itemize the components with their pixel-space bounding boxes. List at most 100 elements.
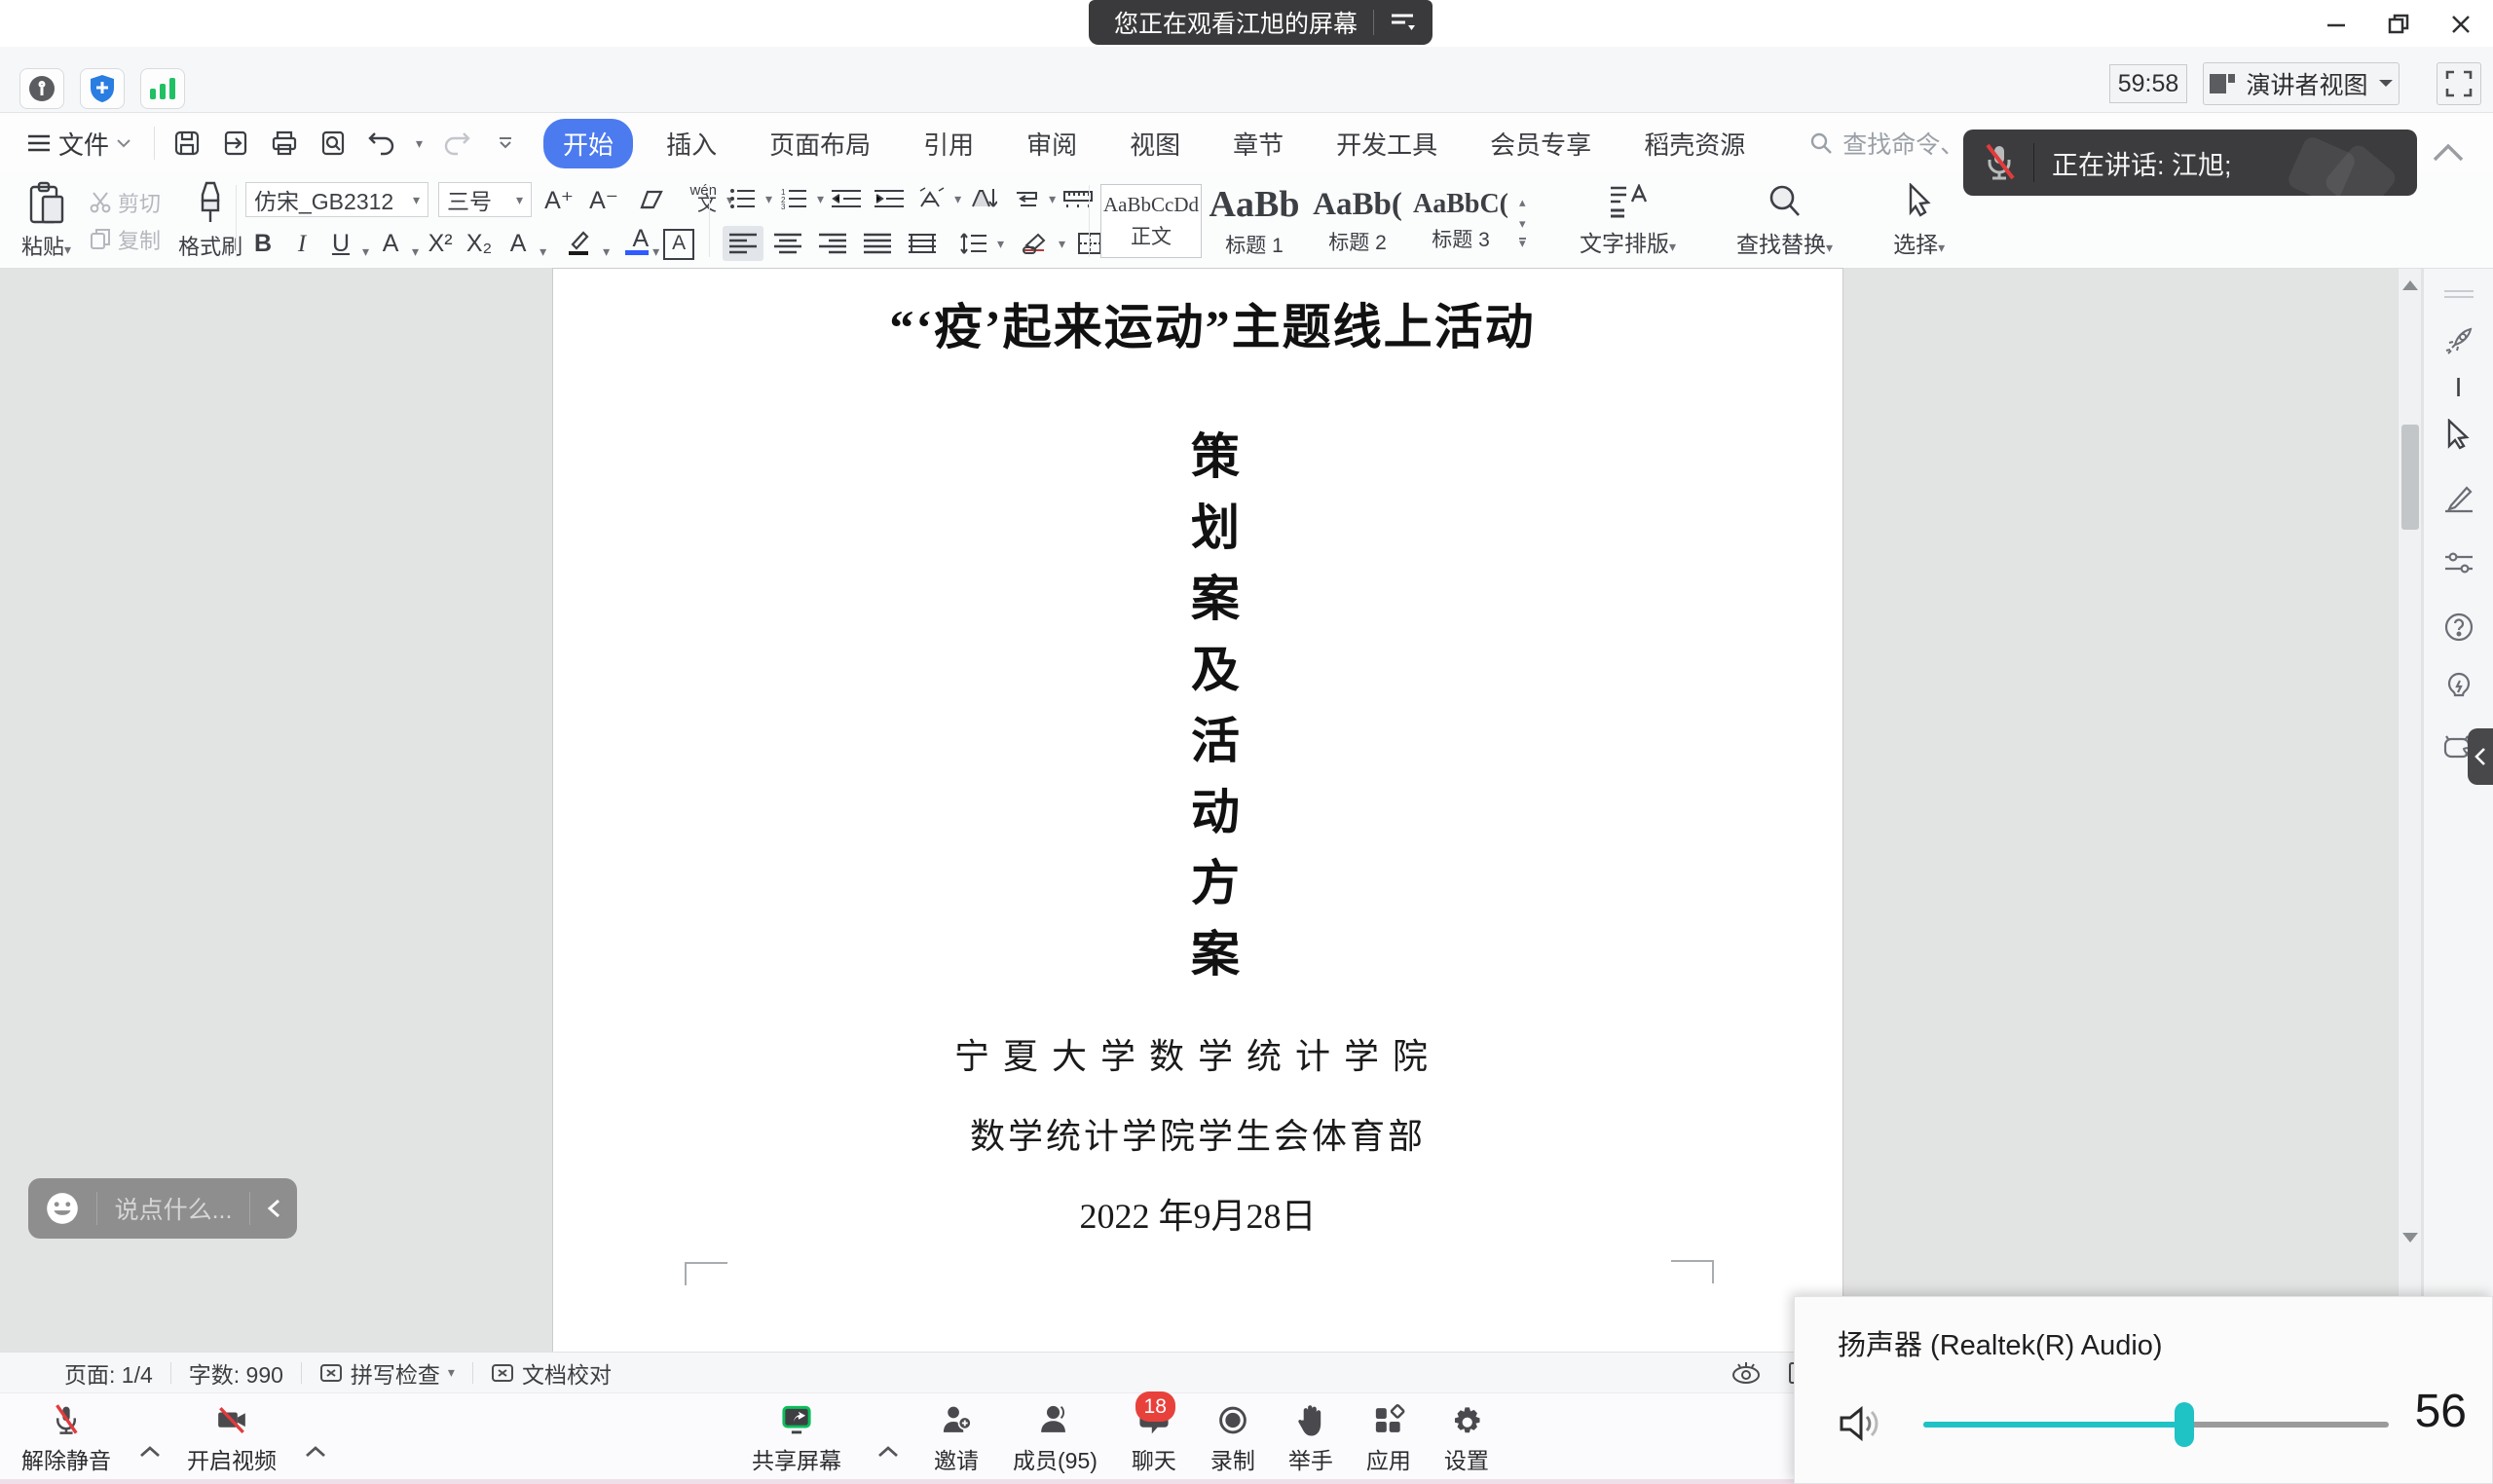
distribute-icon[interactable] [902,226,943,261]
decrease-indent-icon[interactable] [826,181,867,216]
style-heading3[interactable]: AaBbC( 标题 3 [1410,184,1511,258]
styles-more-icon[interactable]: ▾ [1519,238,1526,247]
banner-menu-icon[interactable] [1390,12,1415,33]
proofread-toggle[interactable]: 文档校对 [491,1356,612,1390]
spellcheck-toggle[interactable]: 拼写检查▾ [319,1356,455,1390]
find-replace-button[interactable]: 查找替换▾ [1723,183,1846,259]
vertical-scrollbar[interactable] [2398,269,2421,1352]
tab-home[interactable]: 开始 [543,119,633,168]
char-border-button[interactable]: A [663,229,694,260]
format-painter-button[interactable]: 格式刷 [170,181,250,261]
tab-docer[interactable]: 稻壳资源 [1624,119,1765,168]
chat-button[interactable]: 聊天 18 [1131,1393,1177,1475]
emoji-icon[interactable] [44,1190,81,1227]
undo-icon[interactable] [367,129,396,158]
numbered-list-icon[interactable]: 123 [774,181,815,216]
minimize-icon[interactable] [2322,10,2351,39]
video-options-chevron-icon[interactable] [304,1445,327,1459]
bullet-list-icon[interactable] [723,181,763,216]
fullscreen-button[interactable] [2437,62,2481,105]
bold-button[interactable]: B [245,225,280,260]
tab-review[interactable]: 审阅 [1007,119,1097,168]
superscript-button[interactable]: X² [423,225,458,260]
underline-button[interactable]: U [323,225,358,260]
font-size-select[interactable]: 三号▾ [438,182,532,217]
export-icon[interactable] [221,129,250,158]
mic-options-chevron-icon[interactable] [138,1445,162,1459]
collapse-chat-icon[interactable] [266,1198,281,1219]
settings-button[interactable]: 设置 [1444,1393,1489,1475]
font-family-select[interactable]: 仿宋_GB2312▾ [245,182,428,217]
wrap-icon[interactable] [1006,181,1047,216]
highlight-icon[interactable] [558,225,599,260]
pen-icon[interactable] [2441,481,2476,516]
italic-button[interactable]: I [284,225,319,260]
idea-bulb-icon[interactable] [2441,670,2476,705]
document-page[interactable]: “‘疫’起来运动”主题线上活动 策 划 案 及 活 动 方 案 宁夏大学数学统计… [553,269,1842,1352]
phonetic-button[interactable]: wén 文 [682,182,717,217]
print-icon[interactable] [270,129,299,158]
redo-icon[interactable] [442,129,471,158]
undo-dropdown-icon[interactable]: ▾ [416,135,423,152]
view-mode-button[interactable]: 演讲者视图 [2203,62,2400,105]
network-signal-button[interactable] [140,68,185,109]
align-left-icon[interactable] [723,226,763,261]
styles-scroll-down-icon[interactable]: ▾ [1519,216,1526,232]
members-button[interactable]: 成员(95) [1013,1393,1098,1475]
quick-start-rocket-icon[interactable] [2441,323,2476,358]
style-normal[interactable]: AaBbCcDd 正文 [1100,184,1202,258]
tab-references[interactable]: 引用 [904,119,993,168]
cut-button[interactable]: 剪切 [89,186,161,219]
tab-member[interactable]: 会员专享 [1470,119,1611,168]
restore-icon[interactable] [2384,10,2413,39]
volume-slider[interactable] [1923,1422,2389,1428]
security-shield-button[interactable] [80,68,125,109]
file-menu-button[interactable]: 文件 [0,126,146,162]
justify-icon[interactable] [857,226,898,261]
share-options-chevron-icon[interactable] [876,1445,900,1459]
share-screen-button[interactable]: 共享屏幕 [752,1393,841,1475]
align-center-icon[interactable] [767,226,808,261]
tab-page-layout[interactable]: 页面布局 [750,119,890,168]
customize-quickbar-icon[interactable] [491,129,520,158]
shrink-font-button[interactable]: A⁻ [586,182,621,217]
scroll-up-icon[interactable] [2402,280,2418,290]
scrollbar-thumb[interactable] [2401,425,2419,530]
start-video-button[interactable]: 开启视频 [187,1393,277,1475]
volume-slider-handle[interactable] [2175,1402,2194,1447]
text-cursor-icon[interactable]: I [2441,370,2476,405]
collapse-speaker-panel-icon[interactable] [2431,142,2466,164]
style-heading1[interactable]: AaBb 标题 1 [1204,184,1305,258]
phonetic-guide-icon[interactable] [912,181,952,216]
meeting-info-button[interactable] [19,68,64,109]
paste-button[interactable]: 粘贴▾ [14,181,79,261]
copy-button[interactable]: 复制 [89,223,161,256]
invite-button[interactable]: 邀请 [933,1393,980,1475]
record-button[interactable]: 录制 [1210,1393,1255,1475]
clear-format-icon[interactable] [631,182,672,217]
line-spacing-icon[interactable] [952,226,993,261]
text-layout-button[interactable]: 文字排版▾ [1566,184,1690,258]
print-preview-icon[interactable] [318,129,348,158]
save-icon[interactable] [172,129,202,158]
style-heading2[interactable]: AaBb( 标题 2 [1307,184,1408,258]
adjust-sliders-icon[interactable] [2441,545,2476,580]
chat-input-placeholder[interactable]: 说点什么... [113,1191,234,1226]
close-icon[interactable] [2446,10,2475,39]
tab-view[interactable]: 视图 [1110,119,1200,168]
tab-ruler-icon[interactable] [1058,181,1098,216]
scroll-down-icon[interactable] [2402,1233,2418,1243]
text-direction-icon[interactable] [963,181,1004,216]
subscript-button[interactable]: X₂ [462,225,497,260]
font-color-button[interactable]: A [614,225,649,260]
shading-icon[interactable] [1014,226,1055,261]
tab-developer[interactable]: 开发工具 [1317,119,1457,168]
grow-font-button[interactable]: A⁺ [541,182,577,217]
collapse-side-strip-tab[interactable] [2468,728,2493,785]
styles-scroll-up-icon[interactable]: ▴ [1519,195,1526,210]
tab-sections[interactable]: 章节 [1213,119,1303,168]
reading-eye-icon[interactable] [1730,1360,1763,1386]
drag-handle[interactable] [2444,290,2474,298]
strikethrough-button[interactable]: A [373,225,408,260]
increase-indent-icon[interactable] [869,181,910,216]
